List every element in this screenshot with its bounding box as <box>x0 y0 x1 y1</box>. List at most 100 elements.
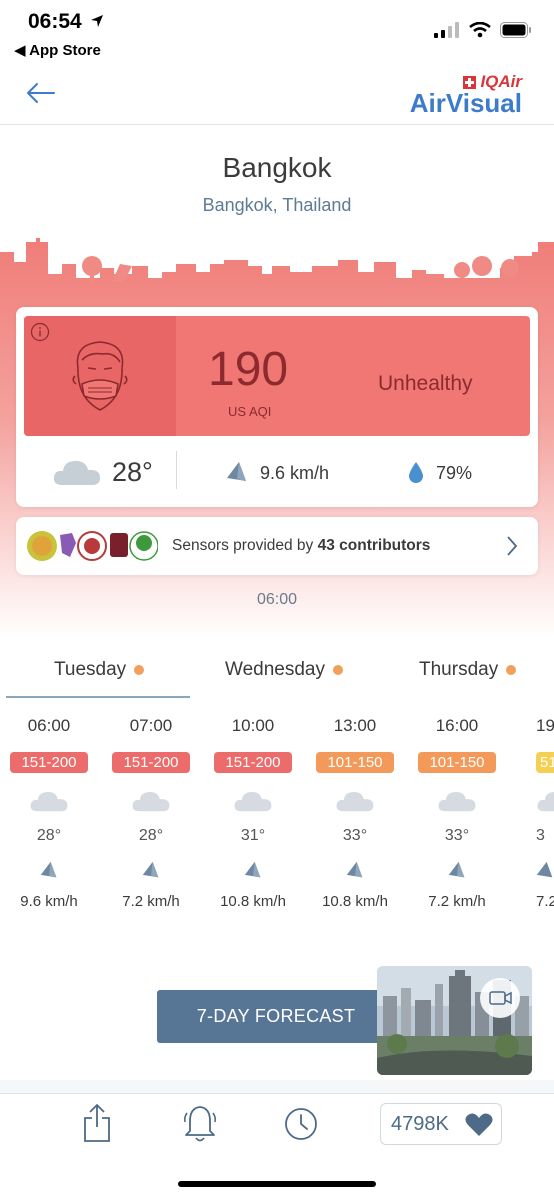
tab-tuesday-label: Tuesday <box>54 659 127 680</box>
chevron-right-icon <box>507 536 518 556</box>
aqi-dot <box>506 665 517 675</box>
wind-icon <box>536 861 554 883</box>
heart-icon <box>465 1113 493 1136</box>
cloud-icon <box>53 461 100 485</box>
hour-wind-speed: 7.2 km/h <box>428 893 486 910</box>
forecast-day-tabs: Tuesday Wednesday Thursday <box>0 655 554 699</box>
cloud-icon <box>208 787 298 817</box>
hour-column: 10:00 151-200 31° 10.8 km/h <box>208 716 298 910</box>
wind-icon <box>106 861 196 883</box>
battery-icon <box>500 22 531 38</box>
active-tab-indicator <box>6 696 190 698</box>
status-icons <box>434 22 532 38</box>
hour-wind-speed: 7.2 <box>536 893 554 910</box>
cloud-icon <box>536 787 554 817</box>
cloud-icon <box>106 787 196 817</box>
hour-time: 19 <box>536 716 554 735</box>
tab-wednesday[interactable]: Wednesday <box>225 659 343 681</box>
aqi-face-box <box>24 316 176 436</box>
app-header: IQAir AirVisual <box>0 70 554 125</box>
hour-column: 06:00 151-200 28° 9.6 km/h <box>4 716 94 910</box>
hour-column: 16:00 101-150 33° 7.2 km/h <box>412 716 502 910</box>
hour-temperature: 28° <box>36 827 62 844</box>
seven-day-forecast-button[interactable]: 7-DAY FORECAST <box>157 990 395 1043</box>
hour-wind-speed: 10.8 km/h <box>322 893 388 910</box>
status-time: 06:54 <box>28 10 104 34</box>
signal-icon <box>434 22 459 38</box>
toolbar-divider <box>0 1080 554 1094</box>
hour-aqi-badge: 151-200 <box>112 752 190 773</box>
wind-icon <box>4 861 94 883</box>
like-button[interactable]: 4798K <box>380 1103 502 1145</box>
hour-temperature: 31° <box>240 827 266 844</box>
hour-aqi-badge: 101-150 <box>316 752 394 773</box>
hour-temperature: 3 <box>536 827 545 844</box>
wifi-icon <box>469 22 491 38</box>
current-wind: 9.6 km/h <box>260 463 330 483</box>
hour-aqi-badge: 51 <box>536 752 554 773</box>
back-arrow-icon[interactable] <box>24 78 58 108</box>
app-store-back-link[interactable]: ◀ App Store <box>14 41 101 59</box>
info-icon[interactable] <box>30 322 50 342</box>
current-weather-row: 28° 9.6 km/h 79% <box>16 449 538 499</box>
brand-airvisual: AirVisual <box>409 88 522 118</box>
hour-temperature: 33° <box>444 827 470 844</box>
bottom-toolbar: 4798K <box>0 1095 554 1200</box>
current-temperature: 28° <box>112 457 153 487</box>
tab-tuesday[interactable]: Tuesday <box>54 659 145 681</box>
city-name: Bangkok <box>222 152 332 183</box>
aqi-value: 190 <box>208 343 289 396</box>
city-video-thumbnail[interactable] <box>377 966 532 1075</box>
hour-time: 16:00 <box>435 716 479 735</box>
hour-time: 13:00 <box>333 716 377 735</box>
hour-column: 13:00 101-150 33° 10.8 km/h <box>310 716 400 910</box>
hour-aqi-badge: 151-200 <box>214 752 292 773</box>
row-divider <box>176 451 177 489</box>
status-time-text: 06:54 <box>28 10 82 33</box>
brand-logo: IQAir AirVisual <box>410 72 522 119</box>
clock-icon[interactable] <box>284 1107 318 1141</box>
aqi-status: Unhealthy <box>378 372 473 395</box>
tab-wednesday-label: Wednesday <box>225 659 325 680</box>
hour-time: 10:00 <box>231 716 275 735</box>
aqi-dot <box>333 665 343 675</box>
hour-temperature: 28° <box>138 827 164 844</box>
current-humidity: 79% <box>436 463 473 483</box>
tab-thursday-label: Thursday <box>419 659 499 680</box>
hour-time: 07:00 <box>129 716 173 735</box>
hour-column: 07:00 151-200 28° 7.2 km/h <box>106 716 196 910</box>
video-icon <box>480 978 520 1018</box>
last-updated-time: 06:00 <box>256 591 298 608</box>
hour-wind-speed: 9.6 km/h <box>20 893 78 910</box>
bell-icon[interactable] <box>183 1103 217 1143</box>
hour-aqi-badge: 101-150 <box>418 752 496 773</box>
wind-icon <box>227 462 246 481</box>
wind-icon <box>208 861 298 883</box>
contributors-text: Sensors provided by 43 contributors <box>172 537 430 555</box>
aqi-banner: 190 US AQI Unhealthy <box>24 316 530 436</box>
aqi-dot <box>134 665 145 675</box>
swiss-flag-icon <box>463 75 477 89</box>
droplet-icon <box>409 462 423 483</box>
hour-wind-speed: 7.2 km/h <box>122 893 180 910</box>
hour-column-partial: 19 51 3 7.2 <box>514 716 554 926</box>
hour-wind-speed: 10.8 km/h <box>220 893 286 910</box>
cloud-icon <box>310 787 400 817</box>
wind-icon <box>310 861 400 883</box>
wind-icon <box>412 861 502 883</box>
tab-thursday[interactable]: Thursday <box>419 659 517 681</box>
aqi-unit: US AQI <box>228 404 272 419</box>
location-arrow-icon <box>90 15 103 27</box>
share-icon[interactable] <box>82 1103 112 1143</box>
contributors-prefix: Sensors provided by <box>172 537 318 554</box>
home-indicator <box>178 1181 376 1187</box>
face-mask-icon <box>72 341 128 411</box>
hour-time: 06:00 <box>27 716 71 735</box>
status-bar: 06:54 ◀ App Store <box>0 0 554 70</box>
cloud-icon <box>412 787 502 817</box>
city-region: Bangkok, Thailand <box>202 195 352 215</box>
contributors-card[interactable]: Sensors provided by 43 contributors <box>16 517 538 575</box>
cloud-icon <box>4 787 94 817</box>
contributor-logos <box>27 531 158 561</box>
aqi-card[interactable]: 190 US AQI Unhealthy 28° 9.6 km/h 79% <box>16 307 538 507</box>
